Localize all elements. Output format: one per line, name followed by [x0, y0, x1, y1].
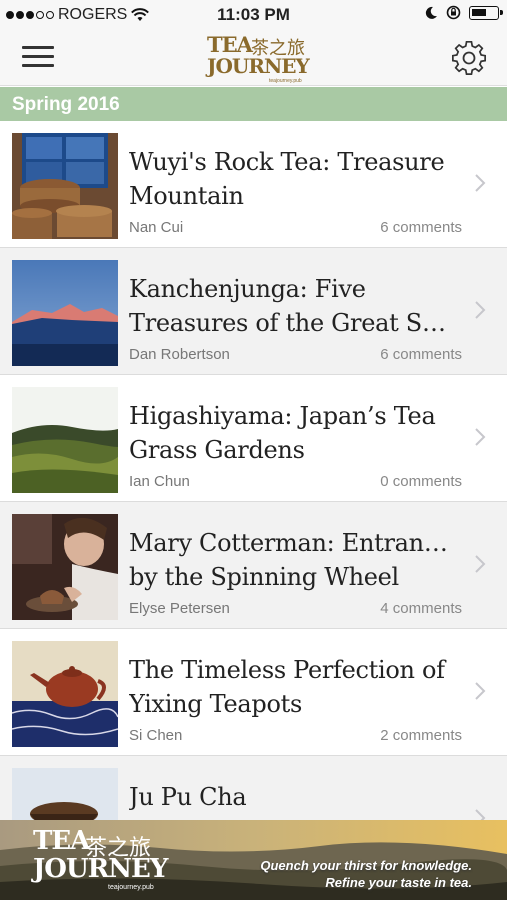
chevron-right-icon — [475, 301, 486, 319]
chevron-right-icon — [475, 682, 486, 700]
article-author: Si Chen — [129, 727, 183, 744]
article-title: Ju Pu Cha — [129, 783, 247, 811]
app-header: TEA 茶之旅 JOURNEY teajourney.pub — [0, 30, 507, 86]
comment-count: 4 comments — [380, 600, 462, 617]
chevron-right-icon — [475, 555, 486, 573]
rock-tea-baskets-thumbnail — [12, 133, 118, 239]
banner-logo-tea: TEA — [33, 826, 90, 856]
gear-icon[interactable] — [450, 39, 488, 77]
article-title: Kanchenjunga: Five Treasures of the Grea… — [129, 275, 459, 337]
article-row[interactable]: Mary Cotterman: Entranced by the Spinnin… — [0, 502, 507, 629]
banner-tagline: Refine your taste in tea. — [325, 875, 472, 890]
article-author: Ian Chun — [129, 473, 190, 490]
article-row[interactable]: The Timeless Perfection of Yixing Teapot… — [0, 629, 507, 756]
season-title: Spring 2016 — [12, 94, 120, 115]
comment-count: 6 comments — [380, 219, 462, 236]
tea-garden-hills-thumbnail — [12, 387, 118, 493]
banner-tagline: Quench your thirst for knowledge. — [260, 858, 472, 873]
article-row[interactable]: Kanchenjunga: Five Treasures of the Grea… — [0, 248, 507, 375]
article-author: Nan Cui — [129, 219, 184, 236]
article-row[interactable]: Higashiyama: Japan’s Tea Grass Gardens I… — [0, 375, 507, 502]
article-title: Wuyi's Rock Tea: Treasure Mountain — [129, 148, 445, 210]
comment-count: 6 comments — [380, 346, 462, 363]
status-bar: ROGERS 11:03 PM — [0, 0, 507, 30]
article-title: Higashiyama: Japan’s Tea Grass Gardens — [129, 402, 436, 464]
mountain-sunset-thumbnail — [12, 260, 118, 366]
article-row[interactable]: Wuyi's Rock Tea: Treasure Mountain Nan C… — [0, 121, 507, 248]
chevron-right-icon — [475, 428, 486, 446]
article-title: The Timeless Perfection of Yixing Teapot… — [129, 656, 445, 718]
article-title: Mary Cotterman: Entranced by the Spinnin… — [129, 529, 459, 591]
chevron-right-icon — [475, 174, 486, 192]
moon-icon — [425, 6, 437, 19]
menu-button[interactable] — [22, 46, 54, 68]
comment-count: 0 comments — [380, 473, 462, 490]
banner-logo-url: teajourney.pub — [108, 884, 154, 891]
tea-journey-logo[interactable]: TEA 茶之旅 JOURNEY teajourney.pub — [207, 32, 310, 84]
potter-wheel-thumbnail — [12, 514, 118, 620]
comment-count: 2 comments — [380, 727, 462, 744]
ad-banner[interactable]: TEA 茶之旅 JOURNEY teajourney.pub Quench yo… — [0, 820, 507, 900]
article-author: Dan Robertson — [129, 346, 230, 363]
section-header: Spring 2016 — [0, 87, 507, 121]
yixing-teapot-thumbnail — [12, 641, 118, 747]
battery-icon — [469, 5, 503, 20]
article-author: Elyse Petersen — [129, 600, 230, 617]
status-right — [424, 5, 503, 20]
rotation-lock-icon — [446, 5, 461, 20]
banner-logo-journey: JOURNEY — [33, 854, 168, 884]
